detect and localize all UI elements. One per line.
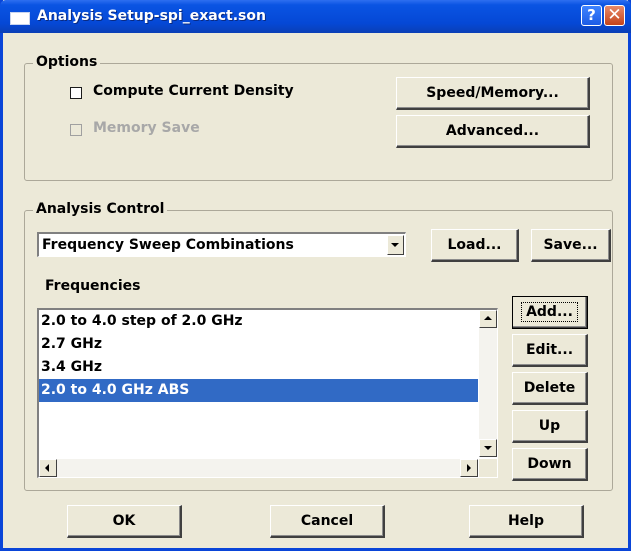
window-title: Analysis Setup-spi_exact.son: [37, 8, 266, 24]
scroll-right-icon[interactable]: [460, 459, 478, 477]
frequencies-label: Frequencies: [45, 278, 141, 294]
list-item[interactable]: 2.0 to 4.0 step of 2.0 GHz: [39, 310, 478, 333]
scrollbar-corner: [479, 459, 497, 477]
scroll-up-icon[interactable]: [479, 310, 497, 328]
scroll-down-icon[interactable]: [479, 439, 497, 457]
compute-current-density-checkbox[interactable]: [70, 87, 82, 99]
help-icon[interactable]: ?: [581, 5, 602, 26]
delete-button[interactable]: Delete: [512, 372, 588, 405]
save-button[interactable]: Save...: [531, 229, 611, 262]
edit-button-label: Edit...: [525, 342, 574, 358]
scroll-left-icon[interactable]: [39, 459, 57, 477]
up-button[interactable]: Up: [512, 410, 588, 443]
edit-button[interactable]: Edit...: [512, 334, 588, 367]
list-item-selected[interactable]: 2.0 to 4.0 GHz ABS: [39, 379, 478, 402]
add-button-label: Add...: [521, 302, 578, 322]
list-item[interactable]: 3.4 GHz: [39, 356, 478, 379]
speed-memory-button[interactable]: Speed/Memory...: [396, 77, 590, 110]
down-button-label: Down: [527, 456, 572, 472]
frequencies-listbox[interactable]: 2.0 to 4.0 step of 2.0 GHz 2.7 GHz 3.4 G…: [37, 308, 498, 478]
advanced-button-label: Advanced...: [445, 123, 540, 139]
memory-save-checkbox: [70, 124, 82, 136]
delete-button-label: Delete: [523, 380, 576, 396]
analysis-setup-dialog: Analysis Setup-spi_exact.son ? ✕ Options…: [0, 0, 631, 551]
cancel-button-label: Cancel: [300, 513, 354, 529]
up-button-label: Up: [538, 418, 561, 434]
title-bar[interactable]: Analysis Setup-spi_exact.son ? ✕: [0, 0, 631, 33]
down-button[interactable]: Down: [512, 448, 588, 481]
vertical-scrollbar[interactable]: [479, 310, 497, 457]
analysis-control-group: Analysis Control Frequency Sweep Combina…: [24, 201, 613, 491]
sweep-type-value: Frequency Sweep Combinations: [42, 237, 294, 253]
chevron-down-icon[interactable]: [387, 235, 404, 255]
close-icon[interactable]: ✕: [604, 5, 625, 26]
options-group: Options Compute Current Density Memory S…: [24, 54, 613, 181]
memory-save-label: Memory Save: [93, 120, 200, 136]
load-button[interactable]: Load...: [431, 229, 519, 262]
analysis-control-legend: Analysis Control: [33, 201, 168, 217]
ok-button[interactable]: OK: [67, 505, 182, 538]
list-item[interactable]: 2.7 GHz: [39, 333, 478, 356]
save-button-label: Save...: [543, 237, 598, 253]
options-legend: Options: [33, 54, 101, 70]
ok-button-label: OK: [112, 513, 136, 529]
window-icon: [10, 12, 30, 25]
add-button[interactable]: Add...: [512, 296, 588, 329]
horizontal-scrollbar[interactable]: [39, 459, 478, 477]
sweep-type-select[interactable]: Frequency Sweep Combinations: [37, 232, 406, 257]
load-button-label: Load...: [447, 237, 502, 253]
help-button[interactable]: Help: [469, 505, 584, 538]
compute-current-density-label[interactable]: Compute Current Density: [93, 83, 294, 99]
speed-memory-button-label: Speed/Memory...: [426, 85, 559, 101]
cancel-button[interactable]: Cancel: [270, 505, 385, 538]
help-button-label: Help: [507, 513, 545, 529]
advanced-button[interactable]: Advanced...: [396, 115, 590, 148]
